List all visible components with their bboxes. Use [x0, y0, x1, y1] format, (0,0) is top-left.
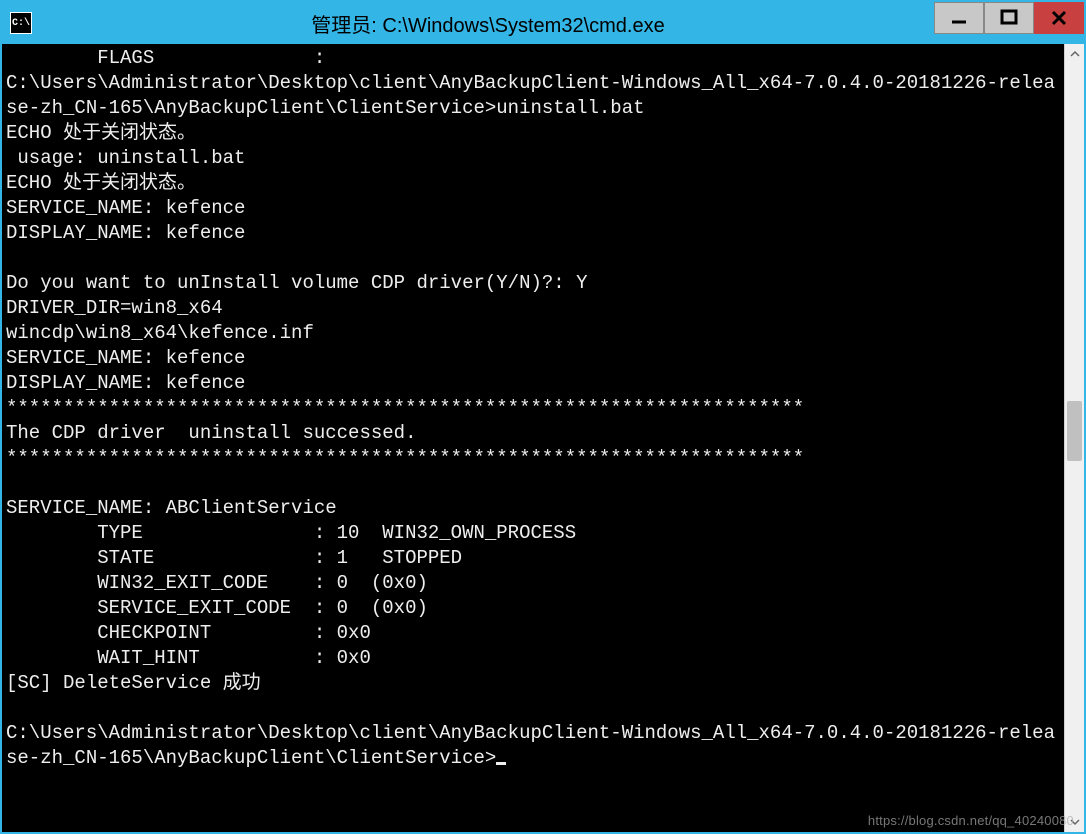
window-title: 管理员: C:\Windows\System32\cmd.exe	[32, 9, 944, 38]
scroll-track[interactable]	[1065, 64, 1084, 812]
window-controls	[934, 2, 1084, 34]
titlebar[interactable]: C:\ 管理员: C:\Windows\System32\cmd.exe	[2, 2, 1084, 44]
cmd-window: C:\ 管理员: C:\Windows\System32\cmd.exe FLA…	[0, 0, 1086, 834]
close-button[interactable]	[1034, 2, 1084, 34]
app-icon[interactable]: C:\	[10, 12, 32, 34]
chevron-up-icon	[1070, 49, 1080, 59]
minimize-icon	[950, 9, 968, 27]
scrollbar[interactable]	[1064, 44, 1084, 832]
terminal-output[interactable]: FLAGS : C:\Users\Administrator\Desktop\c…	[2, 44, 1064, 832]
app-icon-label: C:\	[12, 18, 30, 29]
watermark-text: https://blog.csdn.net/qq_40240080	[868, 813, 1074, 828]
scroll-thumb[interactable]	[1067, 401, 1082, 461]
scroll-up-button[interactable]	[1065, 44, 1084, 64]
close-icon	[1050, 9, 1068, 27]
minimize-button[interactable]	[934, 2, 984, 34]
maximize-button[interactable]	[984, 2, 1034, 34]
maximize-icon	[1000, 9, 1018, 27]
terminal-area: FLAGS : C:\Users\Administrator\Desktop\c…	[2, 44, 1084, 832]
cursor	[496, 762, 506, 765]
